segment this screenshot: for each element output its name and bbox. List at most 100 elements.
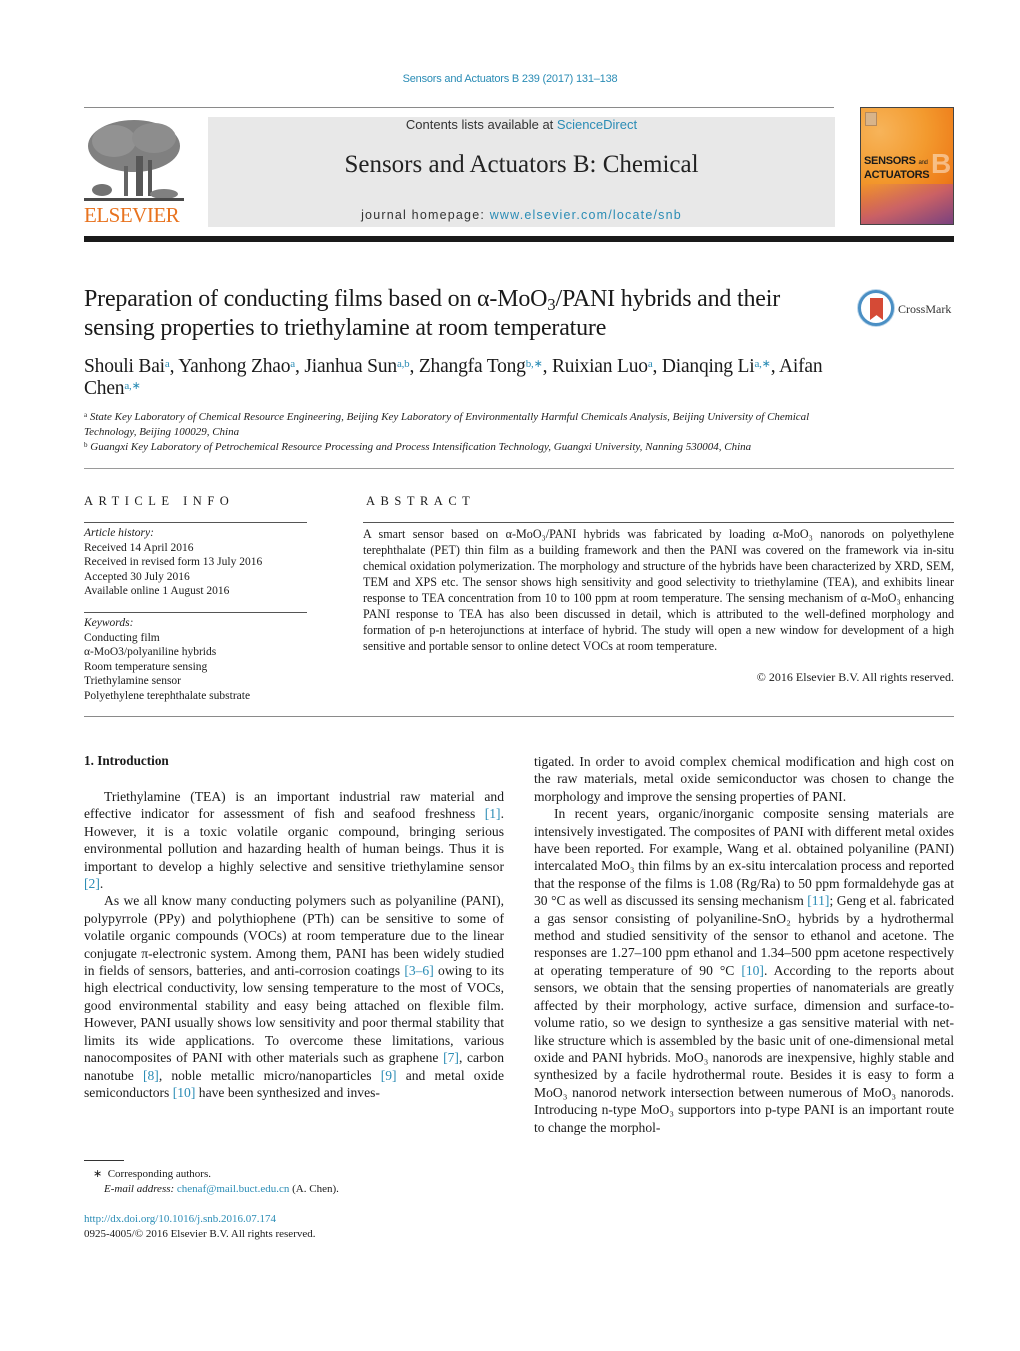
footnote-email: E-mail address: chenaf@mail.buct.edu.cn … bbox=[84, 1182, 504, 1197]
divider bbox=[84, 612, 307, 613]
author-name[interactable]: Zhangfa Tong bbox=[419, 356, 526, 377]
journal-citation[interactable]: Sensors and Actuators B 239 (2017) 131–1… bbox=[0, 73, 1020, 85]
reference-link[interactable]: [11] bbox=[807, 893, 829, 908]
body-paragraph: Triethylamine (TEA) is an important indu… bbox=[84, 788, 504, 892]
divider bbox=[363, 522, 954, 523]
cover-publisher-icon bbox=[865, 112, 877, 126]
author-separator: , bbox=[542, 356, 552, 377]
affiliation-mark: b bbox=[84, 440, 88, 449]
doi-block: http://dx.doi.org/10.1016/j.snb.2016.07.… bbox=[84, 1212, 504, 1242]
elsevier-logo[interactable]: ELSEVIER bbox=[84, 116, 186, 228]
journal-masthead: Contents lists available at ScienceDirec… bbox=[208, 117, 835, 227]
article-title: Preparation of conducting films based on… bbox=[84, 285, 844, 343]
contents-prefix: Contents lists available at bbox=[405, 117, 557, 132]
crossmark-button[interactable]: CrossMark bbox=[858, 290, 958, 330]
reference-link[interactable]: [7] bbox=[443, 1050, 459, 1065]
reference-link[interactable]: [8] bbox=[143, 1068, 159, 1083]
abstract-copyright: © 2016 Elsevier B.V. All rights reserved… bbox=[756, 670, 954, 684]
journal-homepage: journal homepage: www.elsevier.com/locat… bbox=[208, 208, 835, 222]
author-separator: , bbox=[770, 356, 779, 377]
abstract-text: A smart sensor based on α-MoO₃/PANI hybr… bbox=[363, 527, 954, 653]
email-owner: (A. Chen). bbox=[289, 1183, 339, 1195]
section-heading-introduction: 1. Introduction bbox=[84, 753, 169, 768]
title-part1: Preparation of conducting films based on… bbox=[84, 286, 548, 312]
email-link[interactable]: chenaf@mail.buct.edu.cn bbox=[177, 1183, 289, 1195]
footnote-rule bbox=[84, 1160, 124, 1161]
author-affiliation-mark[interactable]: a,∗ bbox=[754, 358, 770, 370]
paragraph-text: tigated. In order to avoid complex chemi… bbox=[534, 754, 954, 804]
journal-title: Sensors and Actuators B: Chemical bbox=[344, 151, 699, 178]
doi-link[interactable]: http://dx.doi.org/10.1016/j.snb.2016.07.… bbox=[84, 1213, 276, 1225]
header-top-rule bbox=[84, 107, 834, 108]
cover-title: SENSORS and ACTUATORS bbox=[864, 155, 930, 181]
affiliation-text: Guangxi Key Laboratory of Petrochemical … bbox=[90, 441, 752, 453]
reference-link[interactable]: [10] bbox=[741, 963, 764, 978]
affiliations: a State Key Laboratory of Chemical Resou… bbox=[84, 410, 844, 455]
elsevier-tree-icon bbox=[84, 120, 184, 201]
homepage-prefix: journal homepage: bbox=[361, 208, 490, 222]
issn-line: 0925-4005/© 2016 Elsevier B.V. All right… bbox=[84, 1228, 316, 1240]
reference-link[interactable]: [10] bbox=[173, 1085, 196, 1100]
divider bbox=[84, 468, 954, 469]
body-paragraph: As we all know many conducting polymers … bbox=[84, 892, 504, 1101]
author-name[interactable]: Ruixian Luo bbox=[552, 356, 648, 377]
keyword-item: Room temperature sensing bbox=[84, 660, 208, 673]
reference-link[interactable]: [2] bbox=[84, 876, 100, 891]
footnote-corresponding: ∗ Corresponding authors. bbox=[84, 1167, 504, 1182]
keywords-label: Keywords: bbox=[84, 617, 134, 629]
article-history: Article history: Received 14 April 2016 … bbox=[84, 526, 314, 599]
affiliation-text: State Key Laboratory of Chemical Resourc… bbox=[84, 411, 810, 438]
paragraph-text: have been synthesized and inves- bbox=[195, 1084, 380, 1100]
elsevier-wordmark: ELSEVIER bbox=[84, 203, 180, 227]
cover-artwork bbox=[861, 184, 953, 224]
crossmark-ribbon-icon bbox=[870, 298, 883, 320]
author-name[interactable]: Yanhong Zhao bbox=[178, 356, 290, 377]
author-name[interactable]: Shouli Bai bbox=[84, 356, 165, 377]
author-separator: , bbox=[169, 356, 179, 377]
history-item: Available online 1 August 2016 bbox=[84, 585, 230, 597]
reference-link[interactable]: [3–6] bbox=[404, 963, 433, 978]
author-separator: , bbox=[294, 356, 305, 377]
body-paragraph: tigated. In order to avoid complex chemi… bbox=[534, 753, 954, 805]
keyword-item: Polyethylene terephthalate substrate bbox=[84, 689, 251, 702]
cover-title-line1: SENSORS bbox=[864, 155, 916, 167]
paragraph-text: , noble metallic micro/nanoparticles bbox=[158, 1067, 381, 1083]
reference-link[interactable]: [1] bbox=[485, 806, 501, 821]
abstract-heading: ABSTRACT bbox=[366, 494, 476, 508]
article-info-heading: ARTICLE INFO bbox=[84, 494, 235, 508]
divider bbox=[84, 522, 307, 523]
keyword-item: α-MoO3/polyaniline hybrids bbox=[84, 646, 217, 658]
body-column-right: tigated. In order to avoid complex chemi… bbox=[534, 753, 954, 1136]
cover-letter: B bbox=[931, 148, 952, 179]
footnote: ∗ Corresponding authors. E-mail address:… bbox=[84, 1167, 504, 1197]
affiliation-b: b Guangxi Key Laboratory of Petrochemica… bbox=[84, 440, 844, 455]
paragraph-text: . bbox=[99, 876, 104, 892]
history-item: Received in revised form 13 July 2016 bbox=[84, 556, 263, 568]
reference-link[interactable]: [9] bbox=[381, 1068, 397, 1083]
author-affiliation-mark[interactable]: a,b bbox=[397, 358, 410, 370]
author-separator: , bbox=[652, 356, 662, 377]
paragraph-text: Triethylamine (TEA) is an important indu… bbox=[84, 789, 504, 822]
history-item: Accepted 30 July 2016 bbox=[84, 570, 190, 583]
author-name[interactable]: Dianqing Li bbox=[662, 356, 755, 377]
sciencedirect-link[interactable]: ScienceDirect bbox=[557, 117, 637, 132]
homepage-link[interactable]: www.elsevier.com/locate/snb bbox=[490, 208, 682, 222]
history-label: Article history: bbox=[84, 527, 154, 539]
author-list: Shouli Baia, Yanhong Zhaoa, Jianhua Suna… bbox=[84, 356, 864, 400]
keywords: Keywords: Conducting film α-MoO3/polyani… bbox=[84, 616, 314, 703]
journal-cover-image[interactable]: B SENSORS and ACTUATORS bbox=[860, 107, 954, 225]
author-affiliation-mark[interactable]: a,∗ bbox=[124, 380, 140, 392]
contents-line: Contents lists available at ScienceDirec… bbox=[208, 117, 835, 132]
keyword-item: Conducting film bbox=[84, 631, 160, 644]
crossmark-icon bbox=[858, 290, 894, 326]
author-name[interactable]: Jianhua Sun bbox=[304, 356, 397, 377]
author-separator: , bbox=[409, 356, 419, 377]
footnote-mark: ∗ bbox=[93, 1168, 103, 1180]
paragraph-text: . According to the reports about sensors… bbox=[534, 962, 954, 1135]
email-label: E-mail address: bbox=[104, 1183, 175, 1195]
divider bbox=[84, 716, 954, 717]
affiliation-a: a State Key Laboratory of Chemical Resou… bbox=[84, 410, 844, 440]
keyword-item: Triethylamine sensor bbox=[84, 675, 181, 687]
history-item: Received 14 April 2016 bbox=[84, 541, 194, 554]
author-affiliation-mark[interactable]: b,∗ bbox=[526, 358, 543, 370]
